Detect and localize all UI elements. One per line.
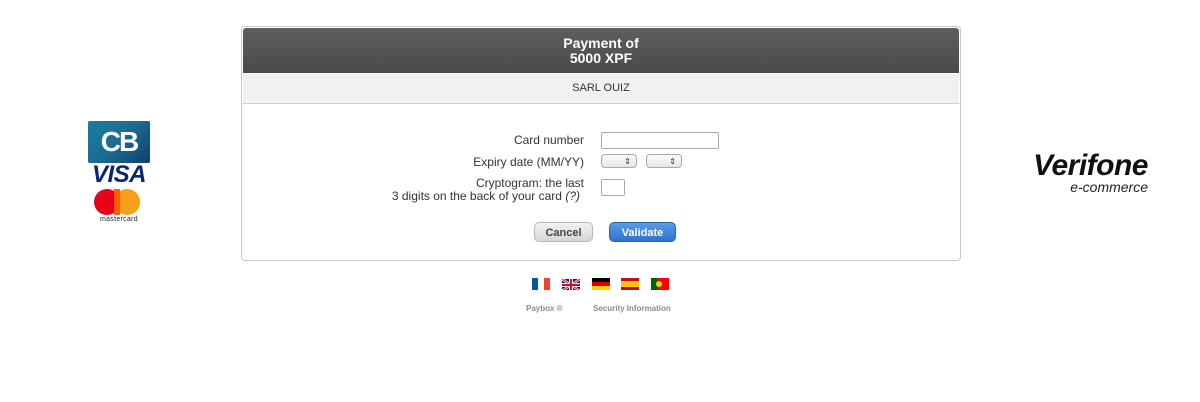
verifone-brand: Verifone: [1033, 149, 1148, 182]
payment-title: Payment of: [563, 35, 639, 51]
expiry-label: Expiry date (MM/YY): [473, 155, 584, 169]
payment-amount: 5000 XPF: [569, 50, 633, 66]
visa-logo: VISA: [91, 161, 147, 188]
mastercard-logo: [88, 189, 150, 215]
pt-flag-icon[interactable]: [651, 278, 669, 290]
payment-header: Payment of 5000 XPF: [243, 28, 959, 73]
mastercard-logo-text: mastercard: [99, 216, 138, 223]
select-arrows-icon: ⇕: [624, 157, 631, 166]
de-flag-icon[interactable]: [592, 278, 610, 290]
uk-flag-icon[interactable]: [562, 278, 580, 290]
cryptogram-help-link[interactable]: (?): [565, 189, 580, 203]
cryptogram-label-line1: Cryptogram: the last: [475, 176, 584, 190]
verifone-logo: Verifone e-commerce: [1016, 149, 1148, 195]
card-number-input[interactable]: [601, 132, 719, 149]
merchant-name: SARL OUIZ: [243, 74, 959, 104]
select-arrows-icon: ⇕: [669, 157, 676, 166]
expiry-year-select[interactable]: ⇕: [646, 154, 682, 168]
cryptogram-label-text: 3 digits on the back of your card: [391, 189, 562, 203]
cb-logo-text: CB: [100, 126, 139, 157]
fr-flag-icon[interactable]: [532, 278, 550, 290]
paybox-link[interactable]: Paybox ®: [526, 304, 563, 313]
verifone-subtitle: e-commerce: [1070, 179, 1148, 195]
es-flag-icon[interactable]: [621, 278, 639, 290]
cryptogram-label-line2: 3 digits on the back of your card (?): [392, 189, 580, 203]
cb-logo: CB: [88, 121, 150, 163]
validate-button[interactable]: Validate: [609, 222, 676, 242]
cancel-button[interactable]: Cancel: [534, 222, 593, 242]
card-number-label: Card number: [513, 133, 584, 147]
security-information-link[interactable]: Security Information: [593, 304, 671, 313]
cryptogram-input[interactable]: [601, 179, 625, 196]
expiry-month-select[interactable]: ⇕: [601, 154, 637, 168]
payment-panel: Payment of 5000 XPF SARL OUIZ Card numbe…: [241, 26, 961, 261]
card-brands-logo: CB VISA mastercard: [88, 121, 152, 226]
